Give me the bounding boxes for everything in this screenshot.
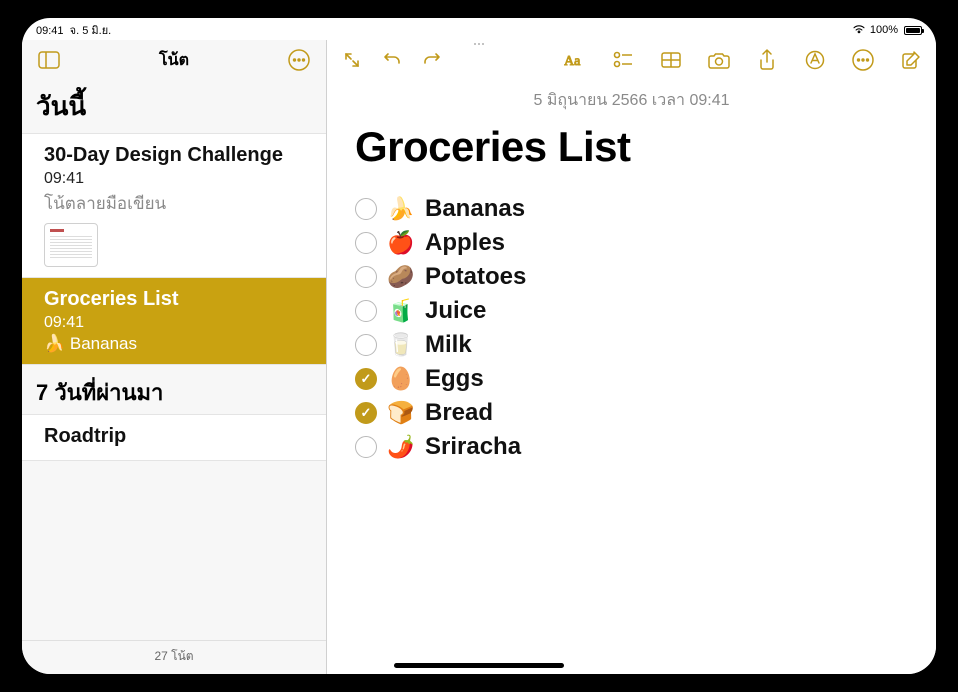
checklist-item[interactable]: 🍞 Bread: [355, 399, 908, 427]
item-text: Apples: [425, 229, 505, 257]
checklist-item[interactable]: 🌶️ Sriracha: [355, 433, 908, 461]
item-text: Bread: [425, 399, 493, 427]
status-date: จ. 5 มิ.ย.: [70, 25, 112, 37]
item-text: Potatoes: [425, 263, 526, 291]
note-item-title: Roadtrip: [44, 425, 308, 448]
checklist-item[interactable]: 🥛 Milk: [355, 331, 908, 359]
checklist-item[interactable]: 🥔 Potatoes: [355, 263, 908, 291]
note-item-title: Groceries List: [44, 288, 308, 311]
item-text: Bananas: [425, 195, 525, 223]
more-icon[interactable]: [848, 45, 878, 75]
check-circle-icon[interactable]: [355, 334, 377, 356]
note-editor: Aa: [327, 40, 936, 674]
status-time: 09:41: [36, 25, 64, 37]
battery-percent: 100%: [870, 24, 898, 36]
item-text: Eggs: [425, 365, 484, 393]
screen: 09:41 จ. 5 มิ.ย. 100% โน้ต: [22, 18, 936, 674]
item-emoji: 🍎: [387, 230, 415, 256]
sidebar-title: โน้ต: [159, 48, 189, 73]
check-circle-icon[interactable]: [355, 402, 377, 424]
check-circle-icon[interactable]: [355, 436, 377, 458]
note-item-time: 09:41: [44, 169, 308, 190]
item-emoji: 🧃: [387, 298, 415, 324]
notes-count: 27 โน้ต: [22, 640, 326, 674]
item-emoji: 🥚: [387, 366, 415, 392]
note-date: 5 มิถุนายน 2566 เวลา 09:41: [355, 88, 908, 113]
checklist-icon[interactable]: [608, 45, 638, 75]
item-emoji: 🍞: [387, 400, 415, 426]
note-item-title: 30-Day Design Challenge: [44, 144, 308, 167]
check-circle-icon[interactable]: [355, 368, 377, 390]
svg-text:Aa: Aa: [564, 54, 581, 69]
item-emoji: 🍌: [387, 196, 415, 222]
item-text: Milk: [425, 331, 472, 359]
more-options-icon[interactable]: [284, 45, 314, 75]
note-item-sub: โน้ตลายมือเขียน: [44, 190, 308, 217]
section-7days: 7 วันที่ผ่านมา: [22, 365, 326, 414]
editor-toolbar: Aa: [327, 40, 936, 80]
checklist: 🍌 Bananas 🍎 Apples 🥔 Potatoes 🧃 Juice 🥛 Milk 🥚 Eggs…: [355, 195, 908, 461]
item-text: Juice: [425, 297, 486, 325]
camera-icon[interactable]: [704, 45, 734, 75]
note-content[interactable]: 5 มิถุนายน 2566 เวลา 09:41 Groceries Lis…: [327, 80, 936, 674]
format-icon[interactable]: Aa: [560, 45, 590, 75]
section-today: วันนี้: [22, 78, 326, 133]
multitask-dots[interactable]: [464, 43, 494, 47]
notes-sidebar: โน้ต วันนี้ 30-Day Design Challenge 09:4…: [22, 40, 327, 674]
ipad-frame: 09:41 จ. 5 มิ.ย. 100% โน้ต: [0, 0, 958, 692]
note-item-sub: 🍌 Bananas: [44, 334, 308, 354]
check-circle-icon[interactable]: [355, 266, 377, 288]
check-circle-icon[interactable]: [355, 300, 377, 322]
checklist-item[interactable]: 🍌 Bananas: [355, 195, 908, 223]
expand-icon[interactable]: [337, 45, 367, 75]
undo-icon[interactable]: [377, 45, 407, 75]
check-circle-icon[interactable]: [355, 232, 377, 254]
note-item-selected[interactable]: Groceries List 09:41 🍌 Bananas: [22, 278, 326, 365]
item-text: Sriracha: [425, 433, 521, 461]
item-emoji: 🥛: [387, 332, 415, 358]
note-item[interactable]: Roadtrip: [22, 414, 326, 461]
item-emoji: 🌶️: [387, 434, 415, 460]
share-icon[interactable]: [752, 45, 782, 75]
markup-icon[interactable]: [800, 45, 830, 75]
wifi-icon: [852, 24, 866, 37]
note-thumbnail: [44, 223, 98, 267]
sidebar-toggle-icon[interactable]: [34, 45, 64, 75]
checklist-item[interactable]: 🧃 Juice: [355, 297, 908, 325]
notes-list[interactable]: วันนี้ 30-Day Design Challenge 09:41 โน้…: [22, 78, 326, 640]
checklist-item[interactable]: 🍎 Apples: [355, 229, 908, 257]
redo-icon[interactable]: [417, 45, 447, 75]
note-item[interactable]: 30-Day Design Challenge 09:41 โน้ตลายมือ…: [22, 133, 326, 278]
status-bar: 09:41 จ. 5 มิ.ย. 100%: [22, 18, 936, 40]
compose-icon[interactable]: [896, 45, 926, 75]
table-icon[interactable]: [656, 45, 686, 75]
home-indicator[interactable]: [394, 663, 564, 668]
note-title[interactable]: Groceries List: [355, 123, 908, 171]
note-item-time: 09:41: [44, 313, 308, 334]
check-circle-icon[interactable]: [355, 198, 377, 220]
battery-icon: [902, 26, 922, 35]
checklist-item[interactable]: 🥚 Eggs: [355, 365, 908, 393]
item-emoji: 🥔: [387, 264, 415, 290]
